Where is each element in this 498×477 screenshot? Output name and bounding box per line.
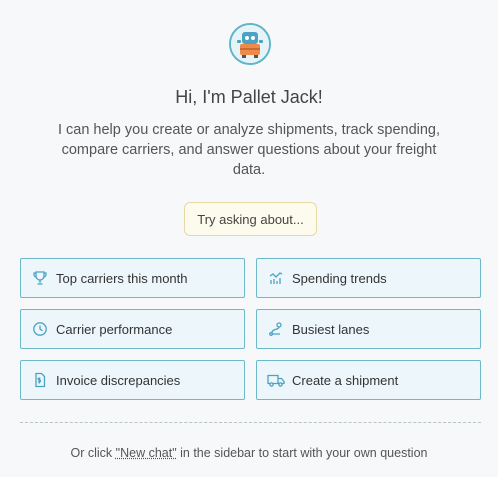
try-asking-label: Try asking about...: [184, 202, 317, 236]
footer-text-after: in the sidebar to start with your own qu…: [176, 446, 428, 460]
greeting-title: Hi, I'm Pallet Jack!: [175, 87, 323, 107]
invoice-icon: [31, 371, 49, 389]
chart-icon: [267, 269, 285, 287]
assistant-description: I can help you create or analyze shipmen…: [57, 122, 441, 178]
divider: [20, 422, 481, 423]
suggestion-spending-trends[interactable]: Spending trends: [256, 258, 481, 298]
suggestion-label: Create a shipment: [292, 372, 399, 388]
suggestion-label: Top carriers this month: [56, 270, 188, 286]
robot-mascot-icon: [231, 25, 269, 63]
clock-icon: [31, 320, 49, 338]
route-icon: [267, 320, 285, 338]
new-chat-reference: "New chat": [115, 446, 177, 460]
pallet-jack-avatar: [229, 23, 271, 65]
footer-text-before: Or click: [70, 446, 116, 460]
truck-icon: [267, 371, 285, 389]
suggestion-label: Spending trends: [292, 270, 387, 286]
suggestion-top-carriers[interactable]: Top carriers this month: [20, 258, 245, 298]
suggestion-create-shipment[interactable]: Create a shipment: [256, 360, 481, 400]
suggestion-busiest-lanes[interactable]: Busiest lanes: [256, 309, 481, 349]
suggestion-label: Busiest lanes: [292, 321, 370, 337]
suggestion-carrier-performance[interactable]: Carrier performance: [20, 309, 245, 349]
suggestion-label: Invoice discrepancies: [56, 372, 181, 388]
trophy-icon: [31, 269, 49, 287]
suggestion-invoice-discrepancies[interactable]: Invoice discrepancies: [20, 360, 245, 400]
suggestion-label: Carrier performance: [56, 321, 173, 337]
footer-hint: Or click "New chat" in the sidebar to st…: [0, 446, 498, 460]
